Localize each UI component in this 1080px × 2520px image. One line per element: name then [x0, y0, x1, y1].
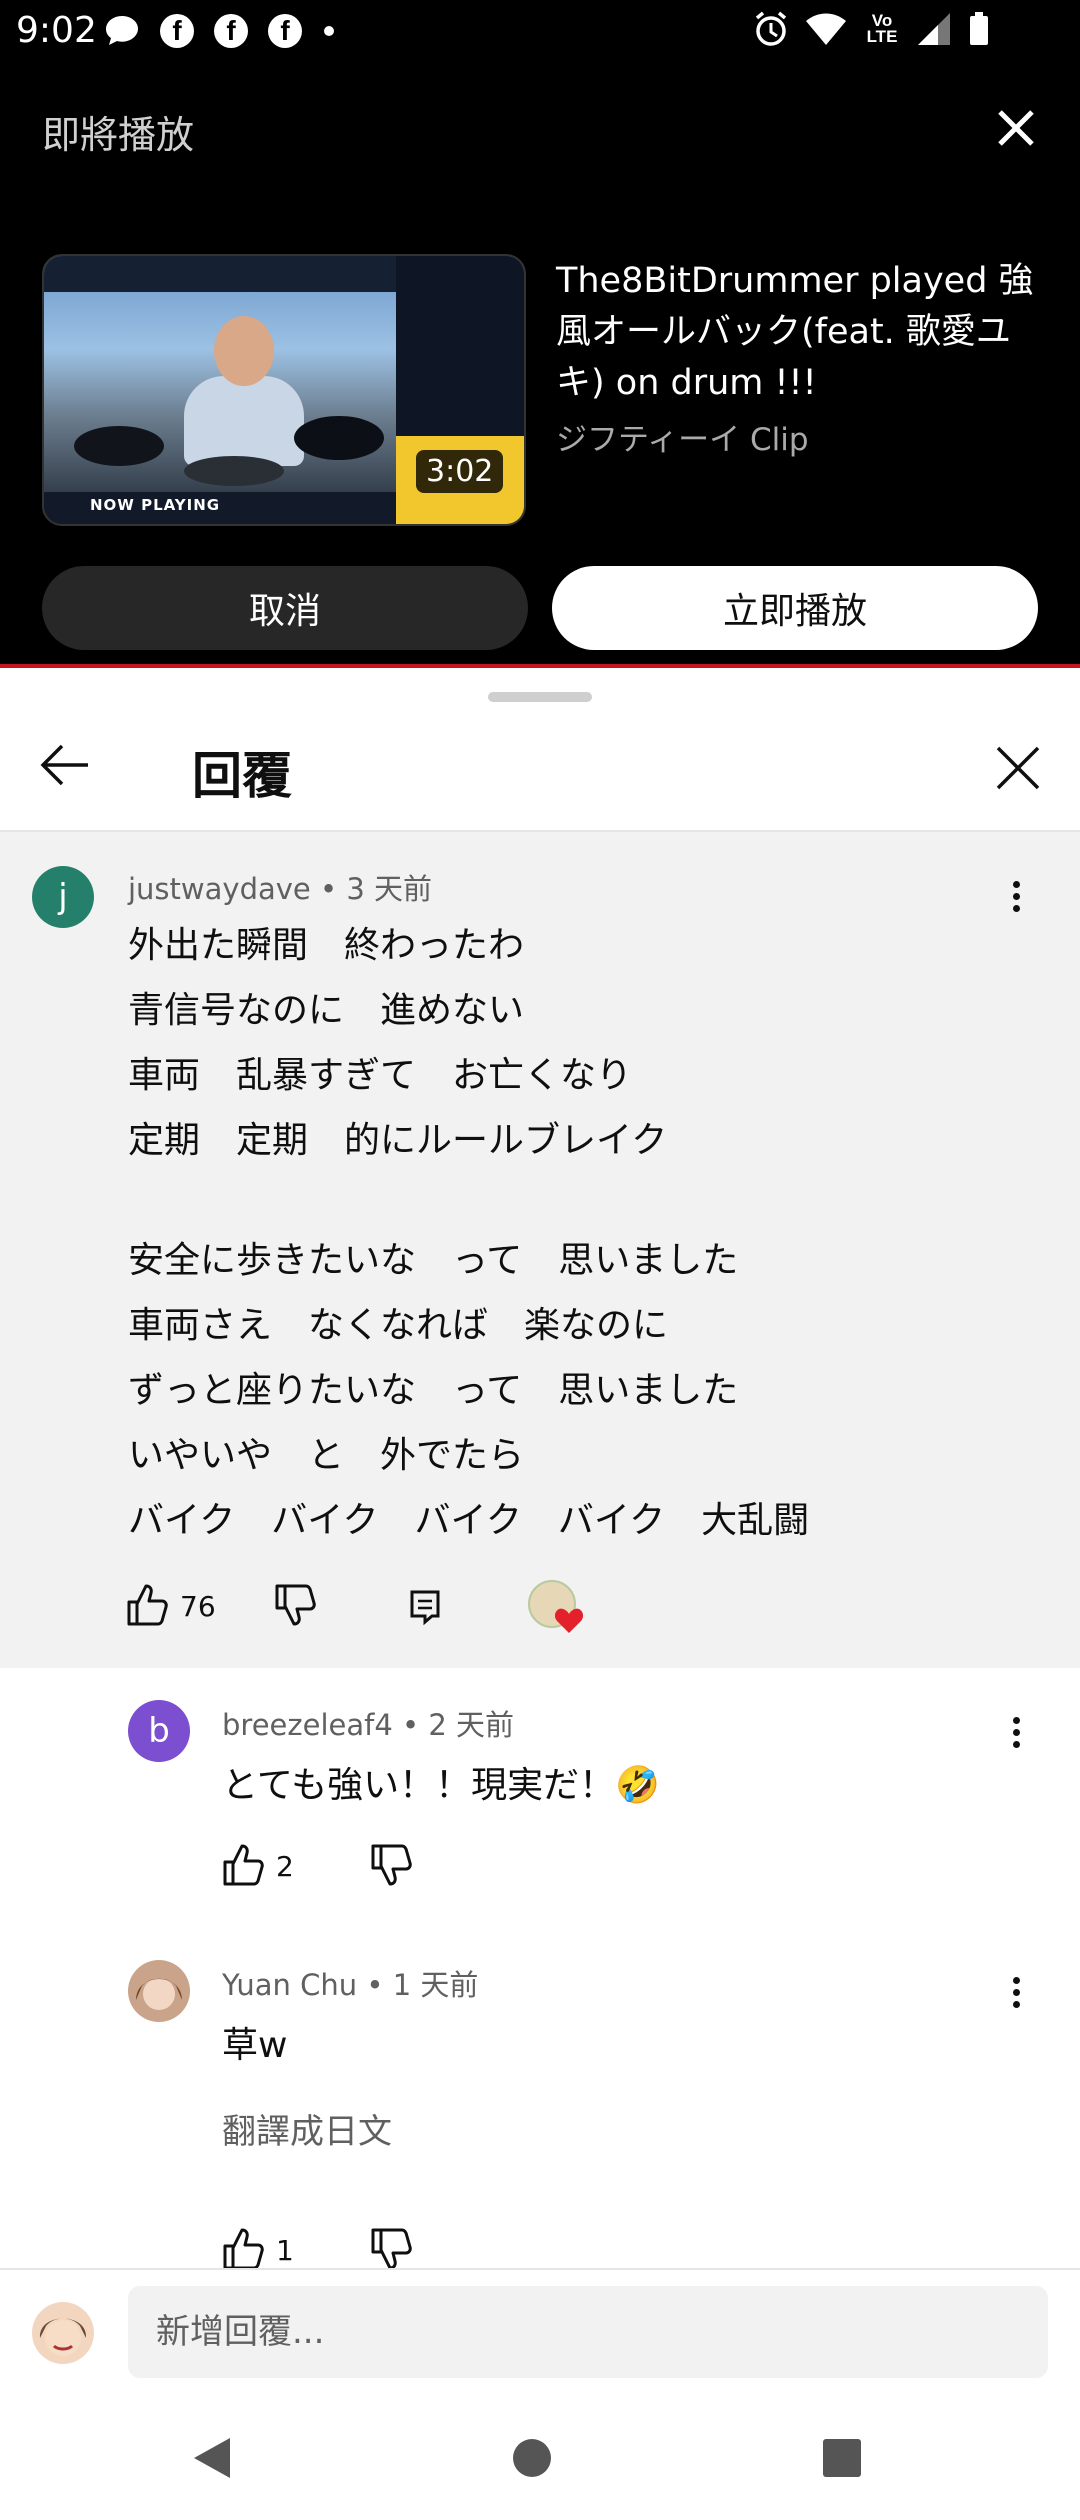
reply-input[interactable] — [128, 2286, 1048, 2378]
divider — [0, 2268, 1080, 2270]
heart-icon — [554, 1608, 584, 1633]
notification-icons: f f f — [104, 14, 336, 48]
close-icon — [998, 110, 1034, 146]
thumbnail-drum — [294, 416, 384, 460]
translate-link[interactable]: 翻譯成日文 — [222, 2104, 392, 2153]
reply-time: 1 天前 — [392, 1968, 479, 2002]
comment-author[interactable]: justwaydave — [128, 872, 311, 906]
video-duration: 3:02 — [416, 450, 504, 493]
avatar[interactable]: b — [128, 1700, 190, 1762]
avatar[interactable]: j — [32, 866, 94, 928]
video-title[interactable]: The8BitDrummer played 強風オールバック(feat. 歌愛ユ… — [556, 256, 1056, 409]
progress-line — [0, 664, 1080, 668]
reply-meta: Yuan Chu • 1 天前 — [222, 1968, 479, 2002]
comment-time: 3 天前 — [346, 872, 432, 906]
comment-line: 車両さえ なくなれば 楽なのに — [128, 1305, 669, 1346]
play-now-button[interactable]: 立即播放 — [552, 566, 1038, 650]
like-button[interactable] — [220, 1842, 270, 1892]
reply-more-button[interactable] — [996, 1706, 1036, 1758]
nav-home-button[interactable] — [508, 2434, 556, 2486]
reply-button[interactable] — [402, 1584, 452, 1634]
comment-line: ずっと座りたいな って 思いました — [128, 1370, 739, 1411]
facebook-icon: f — [268, 14, 302, 48]
facebook-icon: f — [160, 14, 194, 48]
reply-time: 2 天前 — [428, 1708, 514, 1742]
thumbs-down-icon — [371, 1844, 412, 1886]
avatar[interactable] — [128, 1960, 190, 2022]
signal-icon — [916, 11, 954, 47]
comment-more-button[interactable] — [996, 870, 1036, 922]
nav-back-button[interactable] — [190, 2434, 234, 2486]
like-button[interactable] — [124, 1582, 174, 1632]
wifi-icon — [804, 11, 848, 47]
back-button[interactable] — [36, 736, 94, 794]
reply-text: 草w — [222, 2025, 288, 2066]
user-avatar-icon — [39, 2318, 87, 2356]
thumbs-down-icon — [371, 2228, 412, 2268]
comment-line: 定期 定期 的にルールブレイク — [128, 1120, 668, 1161]
more-vert-icon — [1012, 1976, 1020, 1984]
alarm-icon — [752, 10, 790, 48]
like-button[interactable] — [220, 2226, 270, 2268]
dislike-button[interactable] — [368, 2226, 418, 2268]
video-channel: ジフティーイ Clip — [556, 422, 809, 458]
thumbs-up-icon — [223, 2228, 264, 2268]
thumbs-up-icon — [223, 1844, 264, 1886]
sheet-title: 回覆 — [192, 747, 292, 805]
like-count: 2 — [276, 1850, 294, 1883]
reply-author[interactable]: Yuan Chu — [222, 1968, 357, 2002]
reply-author[interactable]: breezeleaf4 — [222, 1708, 393, 1742]
comment-icon — [410, 1590, 440, 1626]
more-vert-icon — [1012, 1716, 1020, 1724]
more-notifications-dot-icon — [322, 24, 336, 38]
comment-line: バイク バイク バイク バイク 大乱闘 — [128, 1500, 810, 1541]
comment-line: 安全に歩きたいな って 思いました — [128, 1240, 739, 1281]
like-count: 1 — [276, 2234, 294, 2267]
thumbnail-drummer — [184, 376, 304, 466]
up-next-label: 即將播放 — [42, 113, 195, 157]
thumbs-up-icon — [127, 1584, 168, 1626]
creator-heart — [528, 1580, 588, 1640]
triangle-back-icon — [194, 2438, 230, 2478]
nav-recents-button[interactable] — [820, 2436, 864, 2484]
up-next-close-button[interactable] — [988, 100, 1044, 156]
like-count: 76 — [180, 1590, 216, 1623]
comment-line: 外出た瞬間 終わったわ — [128, 925, 525, 966]
facebook-icon: f — [214, 14, 248, 48]
dislike-button[interactable] — [368, 1842, 418, 1892]
thumbnail-drummer-head — [214, 316, 274, 386]
chat-bubble-icon — [104, 14, 140, 48]
close-icon — [996, 746, 1040, 790]
carrier-label: Vo LTE — [866, 11, 898, 46]
comment-meta: justwaydave • 3 天前 — [128, 872, 432, 906]
battery-icon — [968, 11, 990, 47]
reply-text: とても強い！！現実だ！🤣 — [222, 1765, 660, 1806]
my-avatar[interactable] — [32, 2302, 94, 2364]
comment-line: 青信号なのに 進めない — [128, 990, 525, 1031]
reply-more-button[interactable] — [996, 1966, 1036, 2018]
thumbnail-drum — [74, 426, 164, 466]
thumbnail-drum — [184, 456, 284, 486]
thumbnail-now-playing: NOW PLAYING — [90, 496, 221, 514]
arrow-left-icon — [40, 744, 88, 786]
comment-line: 車両 乱暴すぎて お亡くなり — [128, 1055, 633, 1096]
status-time: 9:02 — [16, 10, 97, 51]
system-status-icons: Vo LTE — [752, 10, 990, 48]
circle-home-icon — [513, 2439, 551, 2477]
reply-meta: breezeleaf4 • 2 天前 — [222, 1708, 514, 1742]
drag-handle[interactable] — [488, 692, 592, 702]
volte-icon: Vo LTE — [862, 11, 902, 46]
dislike-button[interactable] — [272, 1582, 322, 1632]
comment-line: いやいや と 外でたら — [128, 1435, 525, 1476]
avatar-photo-icon — [136, 1978, 182, 2010]
square-recents-icon — [823, 2439, 861, 2477]
cancel-button[interactable]: 取消 — [42, 566, 528, 650]
thumbs-down-icon — [275, 1584, 316, 1626]
sheet-close-button[interactable] — [990, 740, 1046, 796]
more-vert-icon — [1012, 880, 1020, 888]
